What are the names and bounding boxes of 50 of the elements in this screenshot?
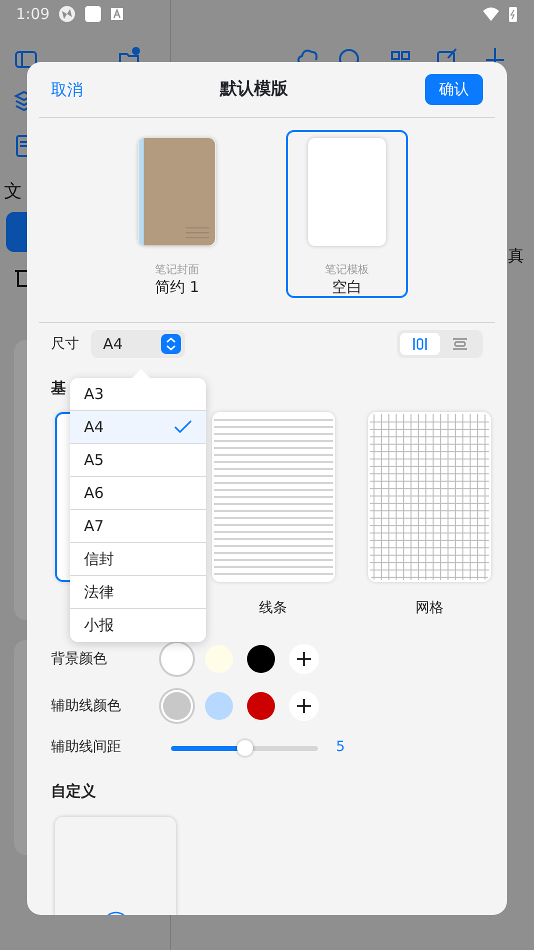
keyboard-icon [110, 7, 124, 21]
menu-item[interactable]: 信封 [70, 543, 206, 576]
cancel-link[interactable]: 取消 [51, 78, 83, 102]
slider-thumb[interactable] [236, 740, 252, 756]
color-swatch[interactable] [247, 645, 275, 673]
section-heading: 自定义 [50, 781, 97, 802]
add-color-button[interactable] [289, 691, 319, 721]
portrait-button[interactable] [400, 333, 440, 355]
slider-value: 5 [336, 738, 345, 757]
content-text: 真 [508, 245, 524, 267]
square-icon [84, 5, 102, 23]
aperture-icon [58, 5, 76, 23]
setting-label: 背景颜色 [51, 650, 108, 668]
size-label: 尺寸 [51, 334, 80, 354]
menu-item[interactable]: 小报 [70, 609, 206, 642]
landscape-icon [452, 337, 468, 351]
battery-icon [508, 5, 518, 23]
dialog-title: 默认模版 [220, 78, 288, 101]
setting-label: 辅助线间距 [51, 738, 122, 757]
plus-icon [297, 652, 311, 666]
menu-item[interactable]: A5 [70, 444, 206, 477]
option-caption: 笔记模板 [325, 262, 369, 278]
option-name: 简约 1 [154, 278, 200, 296]
wifi-icon [482, 6, 500, 22]
template-option[interactable]: 笔记模板 空白 [286, 130, 408, 298]
plus-icon [297, 699, 311, 713]
template-label: 线条 [259, 599, 287, 618]
color-swatch[interactable] [163, 645, 191, 673]
add-color-button[interactable] [289, 644, 319, 674]
color-swatch[interactable] [205, 692, 233, 720]
menu-item[interactable]: A7 [70, 510, 206, 543]
stepper-icon [161, 334, 181, 354]
option-name: 空白 [332, 278, 362, 296]
color-swatch[interactable] [205, 645, 233, 673]
section-heading: 基 [51, 379, 66, 397]
template-label: 网格 [416, 599, 444, 618]
color-swatch[interactable] [163, 692, 191, 720]
confirm-button[interactable]: 确认 [425, 74, 483, 105]
menu-item[interactable]: 法律 [70, 576, 206, 609]
cover-option[interactable]: 笔记封面 简约 1 [116, 130, 238, 298]
checkmark-icon [174, 420, 192, 434]
clock: 1:09 [16, 4, 50, 25]
menu-item[interactable]: A4 [70, 411, 206, 444]
size-dropdown[interactable]: A4 [91, 330, 185, 358]
option-caption: 笔记封面 [155, 262, 199, 278]
sidebar-text: 文 [4, 180, 22, 204]
menu-item[interactable]: A6 [70, 477, 206, 510]
color-swatch[interactable] [247, 692, 275, 720]
portrait-icon [412, 337, 428, 351]
setting-label: 辅助线颜色 [51, 696, 122, 716]
